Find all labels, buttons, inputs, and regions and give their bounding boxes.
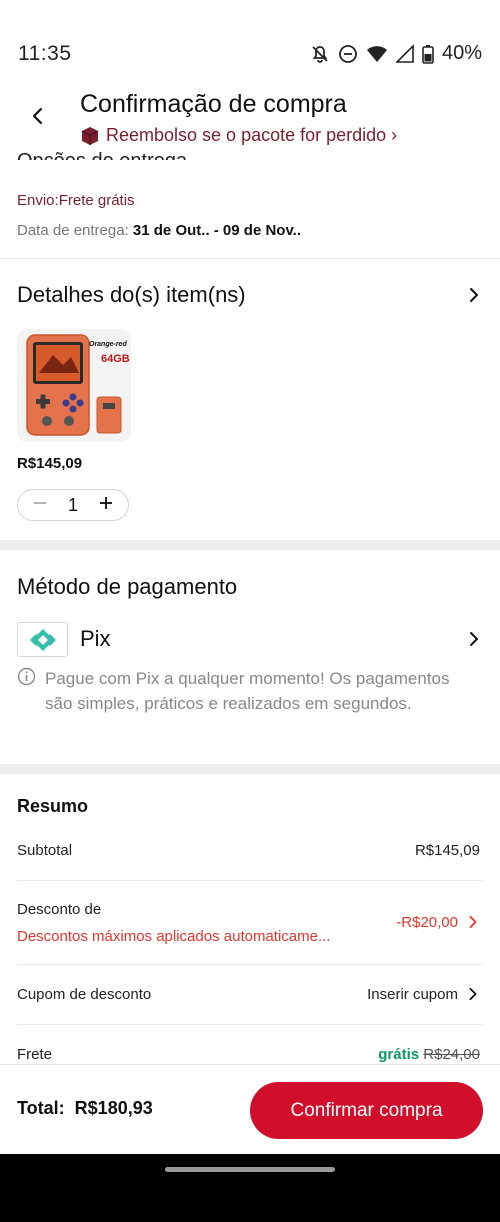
- status-time: 11:35: [18, 42, 72, 65]
- shipping-fee-label: Frete: [17, 1046, 53, 1063]
- section-divider: [0, 764, 500, 774]
- shipping-free-text: grátis: [378, 1046, 420, 1063]
- minus-icon: [34, 501, 46, 504]
- info-icon: [17, 667, 36, 686]
- refund-text: Reembolso se o pacote for perdido ›: [106, 125, 398, 145]
- item-price: R$145,09: [17, 455, 83, 472]
- battery-icon: [422, 44, 434, 64]
- pix-icon: [29, 628, 56, 651]
- shipping-method: Envio:Frete grátis: [17, 192, 135, 209]
- decrease-quantity-button[interactable]: [32, 495, 48, 516]
- delivery-date: Data de entrega: 31 de Out.. - 09 de Nov…: [17, 222, 301, 239]
- plus-icon: [99, 496, 112, 509]
- chevron-right-icon[interactable]: [466, 987, 480, 1001]
- battery-percent: 40%: [441, 42, 482, 64]
- package-icon: [81, 126, 99, 145]
- chevron-left-icon: [32, 107, 43, 125]
- signal-icon: [395, 43, 414, 64]
- refund-guarantee-link[interactable]: Reembolso se o pacote for perdido ›: [80, 125, 397, 146]
- system-navigation-bar: [0, 1154, 500, 1222]
- subtotal-label: Subtotal: [17, 842, 73, 859]
- pix-logo[interactable]: [17, 622, 68, 657]
- product-thumbnail[interactable]: Orange-red 64GB: [17, 329, 131, 442]
- coupon-label: Cupom de desconto: [17, 986, 152, 1003]
- discount-value[interactable]: -R$20,00: [396, 914, 458, 931]
- section-divider: [0, 540, 500, 550]
- insert-coupon-link[interactable]: Inserir cupom: [367, 986, 458, 1003]
- confirm-purchase-button[interactable]: Confirmar compra: [250, 1082, 483, 1139]
- subtotal-value: R$145,09: [414, 842, 480, 859]
- home-gesture-bar[interactable]: [165, 1167, 335, 1172]
- discount-label: Desconto de: [17, 901, 102, 918]
- total-label: Total:: [17, 1098, 65, 1118]
- divider: [17, 964, 483, 965]
- chevron-right-icon[interactable]: [466, 287, 482, 303]
- delivery-date-value: 31 de Out.. - 09 de Nov..: [132, 222, 302, 239]
- divider: [17, 1024, 483, 1025]
- wifi-icon: [366, 44, 388, 64]
- chevron-right-icon[interactable]: [466, 915, 480, 929]
- total-value: R$180,93: [74, 1098, 153, 1118]
- increase-quantity-button[interactable]: [98, 495, 114, 516]
- summary-heading: Resumo: [17, 796, 89, 816]
- status-icons: 40%: [310, 42, 482, 65]
- delivery-date-label: Data de entrega:: [17, 222, 133, 239]
- payment-method-heading: Método de pagamento: [17, 574, 238, 599]
- divider: [17, 880, 483, 881]
- quantity-value[interactable]: 1: [68, 495, 78, 516]
- shipping-fee-value: grátis R$24,00: [378, 1046, 480, 1063]
- shipping-original-price: R$24,00: [423, 1046, 480, 1063]
- item-details-heading[interactable]: Detalhes do(s) item(ns): [17, 282, 246, 308]
- discount-description: Descontos máximos aplicados automaticame…: [17, 928, 331, 945]
- payment-method-name[interactable]: Pix: [80, 626, 111, 652]
- do-not-disturb-icon: [338, 44, 358, 64]
- quantity-stepper: 1: [17, 489, 129, 521]
- page-title: Confirmação de compra: [80, 90, 347, 118]
- product-color-badge: Orange-red: [89, 341, 127, 348]
- chevron-right-icon[interactable]: [466, 631, 482, 647]
- delivery-options-heading: Opções de entrega: [17, 146, 187, 160]
- bell-off-icon: [310, 44, 330, 64]
- divider: [0, 258, 500, 259]
- product-storage-badge: 64GB: [101, 353, 130, 365]
- back-button[interactable]: [26, 104, 50, 128]
- order-total: Total: R$180,93: [17, 1098, 153, 1119]
- payment-note: Pague com Pix a qualquer momento! Os pag…: [45, 669, 450, 713]
